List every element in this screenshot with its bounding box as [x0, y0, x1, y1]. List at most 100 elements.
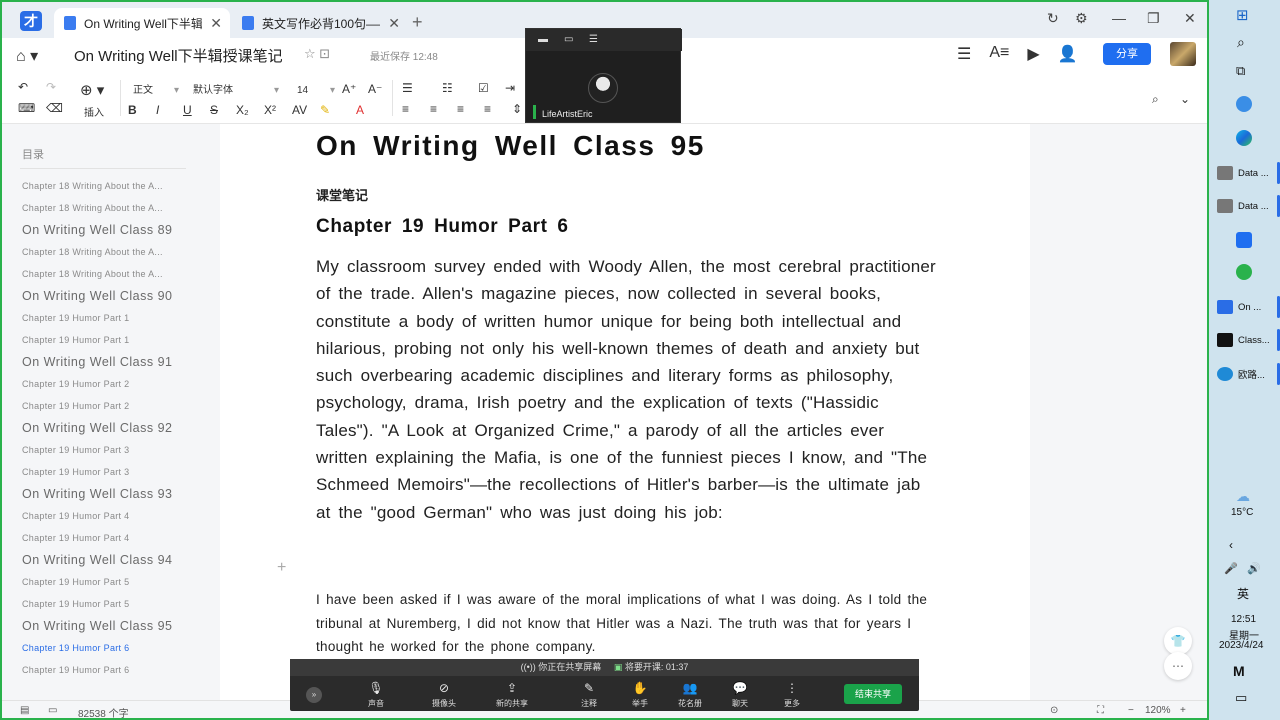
body-paragraph[interactable]: My classroom survey ended with Woody All…	[316, 253, 940, 526]
toc-item[interactable]: On Writing Well Class 89	[22, 219, 212, 241]
menu-icon[interactable]: ☰	[957, 44, 971, 64]
page-view-icon[interactable]: ▭	[48, 705, 57, 716]
align-center-icon[interactable]: ≡	[430, 102, 437, 116]
toc-item[interactable]: Chapter 18 Writing About the A...	[22, 175, 212, 197]
toc-item[interactable]: Chapter 18 Writing About the A...	[22, 263, 212, 285]
note-label[interactable]: 课堂笔记	[316, 185, 368, 204]
present-icon[interactable]: ▶	[1027, 44, 1039, 64]
underline-button[interactable]: U	[183, 103, 192, 117]
close-icon[interactable]: ✕	[210, 15, 222, 32]
ime-indicator[interactable]: 英	[1237, 585, 1249, 602]
font-size-select[interactable]: 14 ▾	[296, 80, 336, 100]
zoom-in-icon[interactable]: +	[1180, 705, 1186, 716]
toc-item[interactable]: Chapter 19 Humor Part 3	[22, 461, 212, 483]
quote-paragraph[interactable]: I have been asked if I was aware of the …	[316, 588, 942, 659]
settings-icon[interactable]: ⚙	[1075, 10, 1088, 27]
outline-icon[interactable]: ▤	[20, 705, 29, 716]
redo-icon[interactable]: ↷	[46, 80, 56, 94]
new-tab-icon[interactable]: +	[412, 12, 423, 33]
toc-item[interactable]: On Writing Well Class 93	[22, 483, 212, 505]
star-icon[interactable]: ☆ ⊡	[304, 46, 330, 62]
clock-time[interactable]: 12:51	[1231, 614, 1256, 625]
avatar[interactable]	[1170, 42, 1196, 66]
subscript-button[interactable]: X₂	[236, 103, 249, 117]
minimize-icon[interactable]: ▬	[538, 34, 548, 45]
app-logo-icon[interactable]: 才	[20, 11, 42, 31]
toc-item[interactable]: Chapter 19 Humor Part 1	[22, 307, 212, 329]
weather-icon[interactable]: ☁	[1236, 488, 1250, 505]
checklist-icon[interactable]: ☑	[478, 81, 489, 95]
home-icon[interactable]: ⌂ ▾	[16, 46, 38, 66]
bold-button[interactable]: B	[128, 103, 137, 117]
eraser-icon[interactable]: ⌫	[46, 101, 63, 115]
style-select[interactable]: 正文 ▾	[132, 80, 180, 100]
align-right-icon[interactable]: ≡	[457, 102, 464, 116]
audio-button[interactable]: 🎙 声音	[354, 681, 398, 709]
edge-icon[interactable]	[1236, 130, 1252, 146]
text-format-icon[interactable]: A≡	[989, 44, 1009, 64]
tab-document-1[interactable]: On Writing Well下半辑... ✕	[54, 8, 230, 38]
zoom-level[interactable]: 120%	[1145, 705, 1171, 716]
windows-start-icon[interactable]: ⊞	[1236, 6, 1249, 24]
raise-hand-button[interactable]: ✋ 举手	[618, 681, 662, 709]
insert-icon[interactable]: ⊕ ▾	[80, 81, 104, 99]
insert-label[interactable]: 插入	[84, 104, 104, 119]
more-icon[interactable]: ⋯	[1164, 652, 1192, 680]
chat-button[interactable]: 💬 聊天	[718, 681, 762, 709]
microphone-icon[interactable]: 🎤	[1224, 562, 1238, 575]
share-button[interactable]: 分享	[1103, 43, 1151, 65]
toc-item[interactable]: On Writing Well Class 91	[22, 351, 212, 373]
font-color-button[interactable]: A	[356, 103, 364, 117]
chevron-left-icon[interactable]: ‹	[1229, 538, 1233, 552]
clock-date[interactable]: 2023/4/24	[1219, 640, 1264, 651]
format-painter-icon[interactable]: ⌨	[18, 101, 35, 115]
taskbar-app[interactable]: Class...	[1217, 327, 1275, 353]
taskbar-app[interactable]: Data ...	[1217, 160, 1275, 186]
add-block-icon[interactable]: +	[277, 559, 286, 577]
volume-icon[interactable]: 🔊	[1247, 562, 1261, 575]
toc-item[interactable]: Chapter 18 Writing About the A...	[22, 241, 212, 263]
refresh-icon[interactable]: ↻	[1047, 10, 1059, 27]
minimize-icon[interactable]: —	[1112, 10, 1126, 26]
zoom-out-icon[interactable]: −	[1128, 705, 1134, 716]
toc-item[interactable]: Chapter 19 Humor Part 1	[22, 329, 212, 351]
toc-item[interactable]: Chapter 18 Writing About the A...	[22, 197, 212, 219]
search-icon[interactable]: ⌕	[1237, 34, 1245, 51]
increase-font-icon[interactable]: A⁺	[342, 82, 356, 96]
weather-temp[interactable]: 15°C	[1231, 507, 1253, 518]
italic-button[interactable]: I	[156, 103, 159, 117]
justify-icon[interactable]: ≡	[484, 102, 491, 116]
doc-heading-1[interactable]: On Writing Well Class 95	[316, 130, 705, 162]
toc-item[interactable]: Chapter 19 Humor Part 2	[22, 373, 212, 395]
numbered-list-icon[interactable]: ☷	[442, 81, 453, 95]
shirt-icon[interactable]: 👕	[1164, 627, 1192, 655]
camera-button[interactable]: ⊘ 摄像头	[422, 681, 466, 709]
annotate-button[interactable]: ✎ 注释	[567, 681, 611, 709]
app-tray-icon[interactable]: M	[1233, 663, 1245, 679]
toc-item[interactable]: On Writing Well Class 95	[22, 615, 212, 637]
end-share-button[interactable]: 结束共享	[844, 684, 902, 704]
superscript-button[interactable]: X²	[264, 103, 276, 117]
taskbar-app[interactable]: 欧路...	[1217, 361, 1275, 387]
taskbar-app[interactable]: Data ...	[1217, 193, 1275, 219]
toc-item[interactable]: On Writing Well Class 90	[22, 285, 212, 307]
highlight-icon[interactable]: ✎	[320, 103, 330, 117]
taskbar-app[interactable]: On ...	[1217, 294, 1275, 320]
menu-icon[interactable]: ☰	[589, 34, 598, 45]
toc-item[interactable]: Chapter 19 Humor Part 6	[22, 659, 212, 681]
indent-icon[interactable]: ⇥	[505, 81, 515, 95]
toc-item-active[interactable]: Chapter 19 Humor Part 6	[22, 637, 212, 659]
letter-spacing-icon[interactable]: AV	[292, 103, 307, 117]
undo-icon[interactable]: ↶	[18, 80, 28, 94]
decrease-font-icon[interactable]: A⁻	[368, 82, 382, 96]
toc-item[interactable]: Chapter 19 Humor Part 4	[22, 527, 212, 549]
wechat-icon[interactable]	[1236, 264, 1252, 280]
close-icon[interactable]: ✕	[388, 15, 400, 32]
restore-icon[interactable]: ❐	[1147, 10, 1160, 27]
strikethrough-button[interactable]: S	[210, 103, 218, 117]
toc-item[interactable]: Chapter 19 Humor Part 3	[22, 439, 212, 461]
task-view-icon[interactable]: ⧉	[1236, 63, 1245, 79]
toc-item[interactable]: Chapter 19 Humor Part 5	[22, 593, 212, 615]
toc-item[interactable]: Chapter 19 Humor Part 4	[22, 505, 212, 527]
collapse-icon[interactable]: »	[306, 687, 322, 703]
